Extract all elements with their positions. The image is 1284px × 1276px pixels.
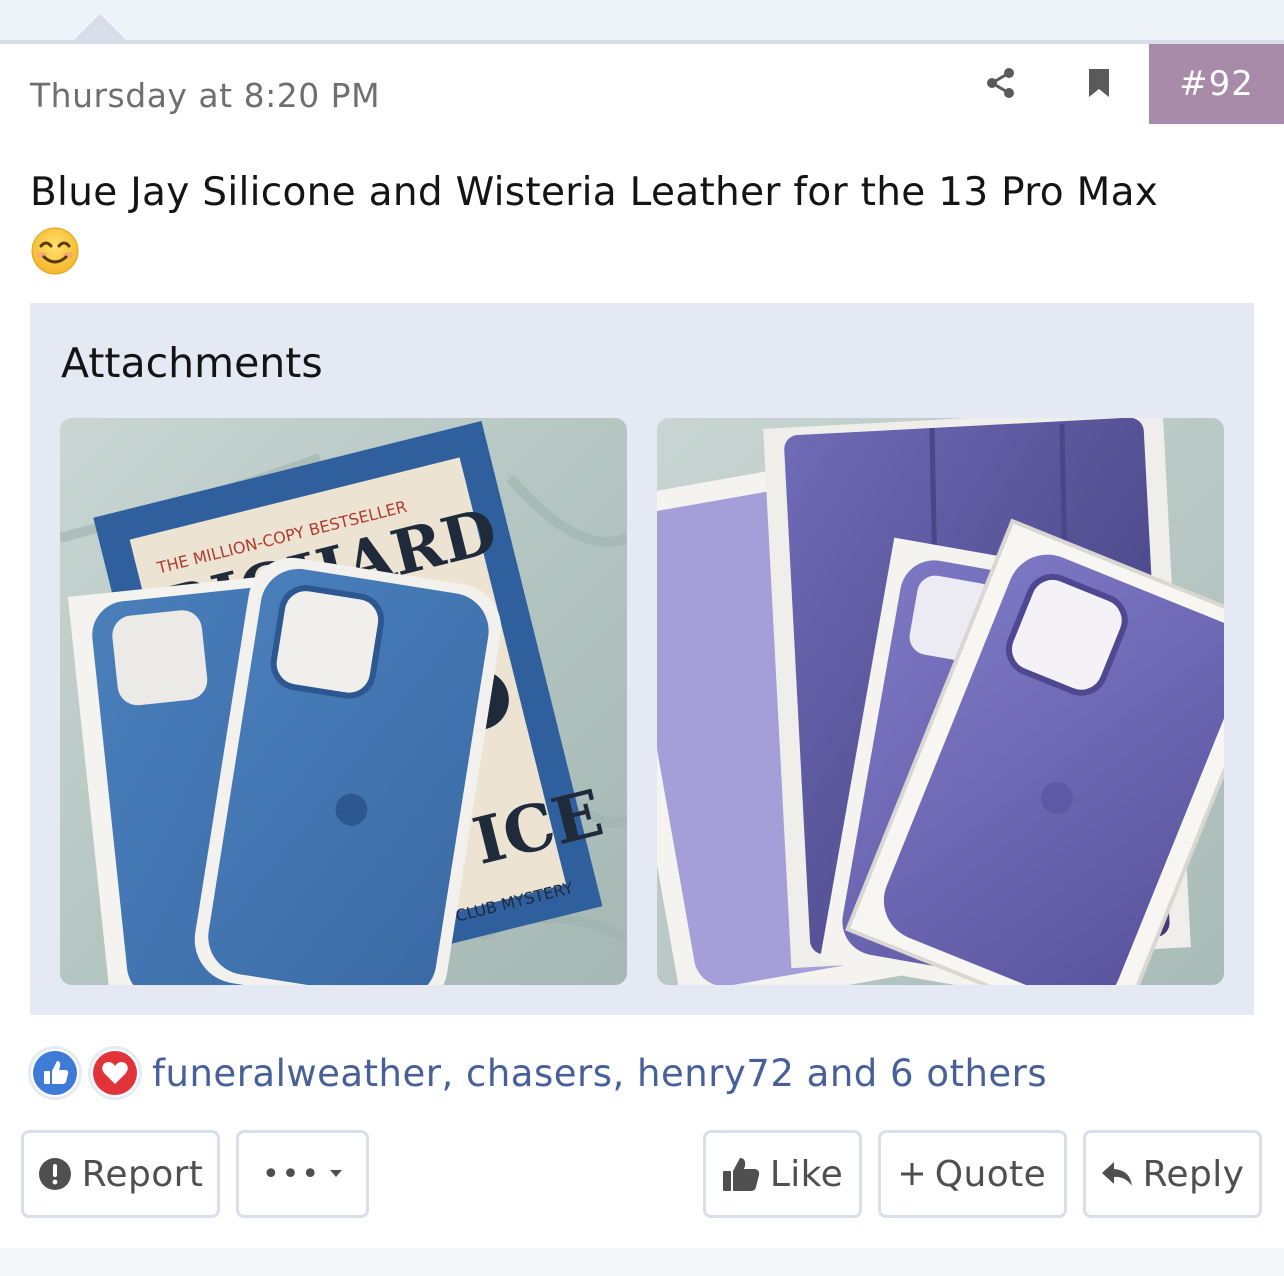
post-date[interactable]: Thursday at 8:20 PM	[30, 76, 380, 115]
reactions-bar[interactable]: funeralweather, chasers, henry72 and 6 o…	[28, 1042, 1047, 1104]
attachments-title: Attachments	[61, 339, 323, 387]
plus-icon	[899, 1161, 925, 1187]
blue-jay-case-photo: THE MILLION-COPY BESTSELLER RICHARD N no…	[60, 418, 627, 985]
quote-button[interactable]: Quote	[878, 1130, 1067, 1218]
previous-post-strip	[0, 0, 1284, 44]
report-button[interactable]: Report	[21, 1130, 220, 1218]
bookmark-icon	[1089, 69, 1109, 97]
like-reaction[interactable]	[28, 1046, 82, 1100]
attachments-panel: Attachments THE MILLION-COPY BESTSELLER …	[30, 303, 1254, 1015]
share-button[interactable]	[976, 60, 1026, 106]
post-number-link[interactable]: #92	[1149, 44, 1284, 124]
more-options-button[interactable]: •••	[236, 1130, 369, 1218]
like-button[interactable]: Like	[703, 1130, 862, 1218]
chevron-down-icon	[329, 1169, 343, 1179]
like-label: Like	[769, 1153, 844, 1195]
post-message-text: Blue Jay Silicone and Wisteria Leather f…	[30, 170, 1159, 215]
reply-arrow-icon	[1101, 1160, 1133, 1188]
love-icon	[93, 1051, 137, 1095]
share-icon	[987, 68, 1014, 98]
post-footer-strip	[0, 1248, 1284, 1276]
more-options-label: •••	[261, 1156, 322, 1192]
quote-label: Quote	[934, 1153, 1047, 1195]
thumbs-up-icon	[722, 1156, 760, 1192]
smiling-face-icon	[31, 227, 79, 274]
reply-label: Reply	[1142, 1153, 1245, 1195]
wisteria-case-photo	[657, 418, 1224, 985]
reaction-users-link[interactable]: funeralweather, chasers, henry72 and 6 o…	[152, 1052, 1047, 1095]
report-label: Report	[81, 1153, 204, 1195]
post-message: Blue Jay Silicone and Wisteria Leather f…	[30, 164, 1260, 280]
attachment-thumbnail-blue-jay[interactable]: THE MILLION-COPY BESTSELLER RICHARD N no…	[60, 418, 627, 985]
alert-icon	[38, 1157, 72, 1191]
reply-button[interactable]: Reply	[1083, 1130, 1262, 1218]
speech-notch	[72, 14, 128, 42]
like-icon	[33, 1051, 77, 1095]
love-reaction[interactable]	[88, 1046, 142, 1100]
bookmark-button[interactable]	[1074, 60, 1124, 106]
attachment-thumbnail-wisteria[interactable]	[657, 418, 1224, 985]
